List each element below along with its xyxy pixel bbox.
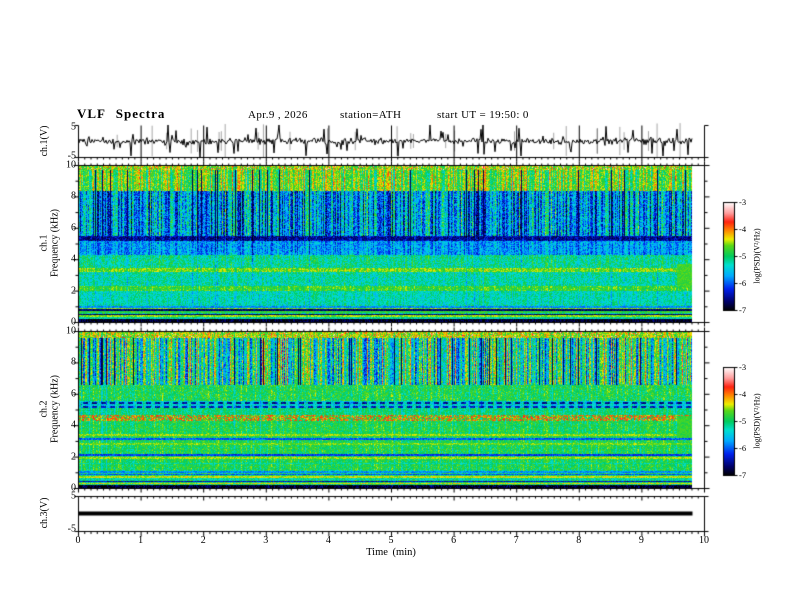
colorbar-tick-label: -5	[739, 416, 747, 426]
spec1-tick-label: 2	[71, 285, 76, 297]
x-tick-label: 2	[200, 535, 206, 546]
time-axis-label: Time (min)	[366, 547, 416, 558]
spec2-tick-label: 10	[66, 325, 76, 337]
ch3-wave-tick-label: 5	[71, 490, 76, 502]
colorbar2-label: log(PSD)(V²/Hz)	[752, 393, 762, 449]
spec1-axis-label-line2: Frequency (kHz)	[49, 208, 60, 278]
colorbar-tick-label: -4	[739, 389, 747, 399]
spec2-axis-label-line2: Frequency (kHz)	[49, 374, 60, 444]
station-label: station=ATH	[340, 109, 402, 121]
x-tick-label: 3	[263, 535, 269, 546]
x-tick-label: 1	[138, 535, 144, 546]
date-label: Apr.9 , 2026	[248, 109, 308, 121]
ch3-volt-axis-label: ch.3(V)	[38, 497, 50, 529]
spec2-tick-label: 6	[71, 388, 76, 400]
x-tick-label: 9	[638, 535, 644, 546]
colorbar-tick-label: -3	[739, 362, 747, 372]
spec1-tick-label: 10	[66, 159, 76, 171]
figure-title: VLF Spectra	[77, 106, 166, 121]
start-ut-label: start UT = 19:50: 0	[437, 109, 529, 121]
colorbar-tick-label: -7	[739, 470, 747, 480]
vlf-spectra-figure: VLF Spectra Apr.9 , 2026 station=ATH sta…	[0, 0, 792, 612]
spec2-tick-label: 8	[71, 356, 76, 368]
spec2-tick-label: 4	[71, 419, 76, 431]
spec1-tick-label: 4	[71, 253, 76, 265]
ch3-wave-tick-label: -5	[67, 523, 76, 535]
colorbar-tick-label: -5	[739, 251, 747, 261]
spec1-axis-label: ch.1 Frequency (kHz)	[38, 208, 61, 278]
colorbar-tick-label: -6	[739, 443, 747, 453]
x-tick-label: 0	[75, 535, 81, 546]
colorbar-tick-label: -4	[739, 224, 747, 234]
x-tick-label: 6	[451, 535, 457, 546]
colorbar-tick-label: -7	[739, 305, 747, 315]
x-tick-label: 5	[388, 535, 394, 546]
x-tick-label: 8	[576, 535, 582, 546]
spec1-tick-label: 6	[71, 222, 76, 234]
spec2-axis-label-line1: ch.2	[38, 400, 50, 418]
x-tick-label: 10	[699, 535, 709, 546]
colorbar-tick-label: -6	[739, 278, 747, 288]
spec1-tick-label: 8	[71, 190, 76, 202]
colorbar1-label: log(PSD)(V²/Hz)	[752, 228, 762, 284]
spec2-axis-label: ch.2 Frequency (kHz)	[38, 374, 61, 444]
colorbar-tick-label: -3	[739, 197, 747, 207]
spec2-tick-label: 2	[71, 451, 76, 463]
spectra-plot-canvas	[0, 0, 792, 612]
ch1-volt-axis-label: ch.1(V)	[38, 125, 50, 157]
x-tick-label: 4	[325, 535, 331, 546]
spec1-axis-label-line1: ch.1	[38, 234, 50, 252]
ch1-wave-tick-label: 5	[71, 121, 76, 133]
x-tick-label: 7	[513, 535, 519, 546]
